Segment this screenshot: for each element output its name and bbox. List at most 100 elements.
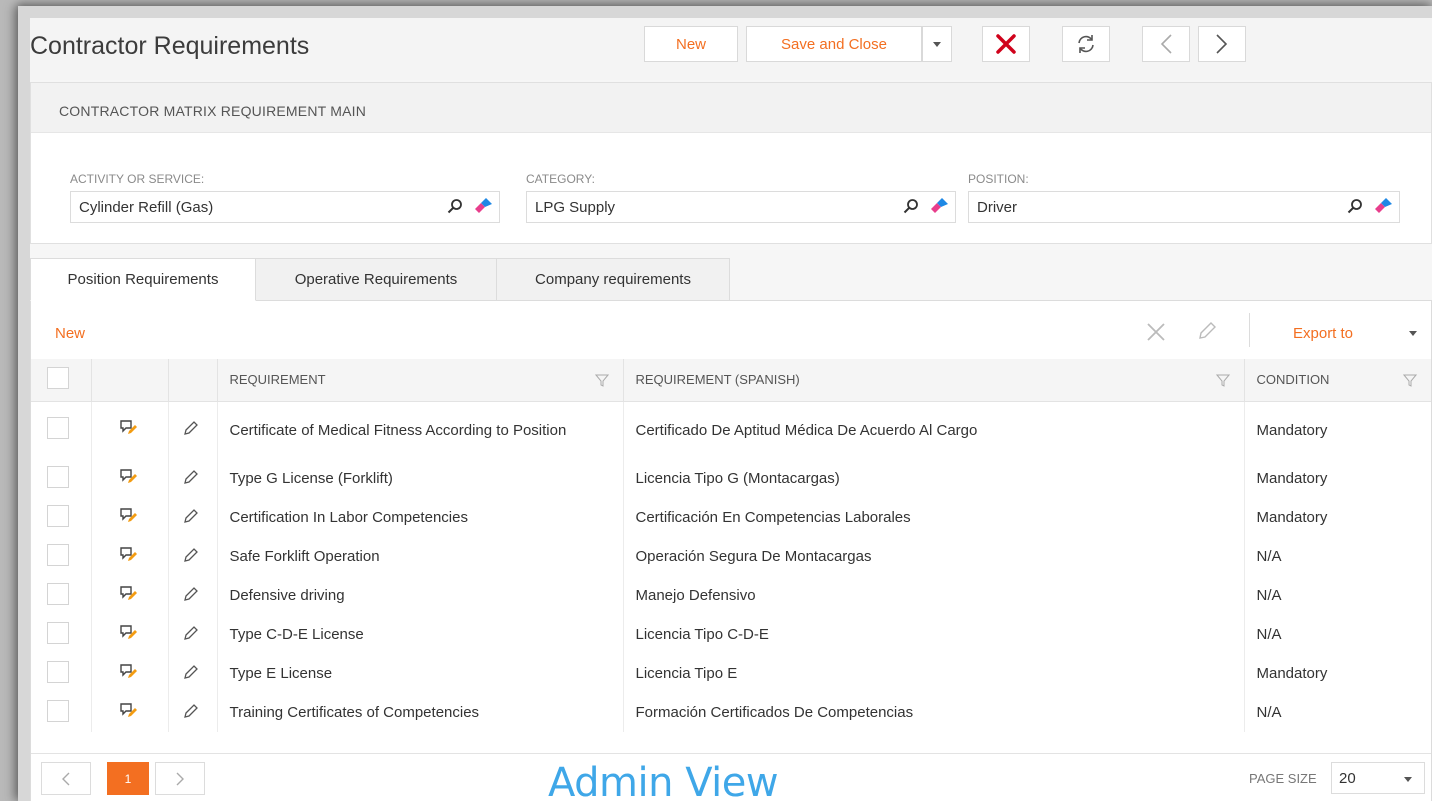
pencil-icon[interactable]	[183, 508, 199, 524]
row-select-cell	[31, 654, 92, 693]
position-field[interactable]: Driver	[968, 191, 1400, 223]
edit-column-header	[168, 359, 218, 402]
row-checkbox[interactable]	[47, 465, 69, 488]
row-checkbox[interactable]	[47, 582, 69, 605]
grid-new-button[interactable]: New	[55, 325, 85, 342]
table-row[interactable]: Training Certificates of Competencies For…	[31, 693, 1431, 732]
table-row[interactable]: Type E License Licencia Tipo E Mandatory	[31, 654, 1431, 693]
close-icon	[996, 34, 1016, 54]
filter-icon[interactable]	[1215, 373, 1230, 387]
edit-detail-icon[interactable]	[119, 507, 140, 525]
eraser-icon[interactable]	[929, 198, 949, 214]
table-row[interactable]: Safe Forklift Operation Operación Segura …	[31, 537, 1431, 576]
page-size-select[interactable]: 20	[1331, 762, 1425, 794]
edit-cell	[168, 654, 218, 693]
requirements-grid: New Export to REQUIREMENT REQUIREMENT (S…	[30, 300, 1432, 801]
requirement-header-label: REQUIREMENT	[229, 372, 326, 388]
chevron-down-icon	[933, 41, 941, 47]
save-options-dropdown[interactable]	[922, 26, 952, 62]
condition-column-header[interactable]: CONDITION	[1244, 359, 1431, 402]
edit-cell	[168, 498, 218, 537]
filter-icon[interactable]	[1403, 373, 1417, 387]
edit-detail-icon[interactable]	[119, 546, 140, 564]
search-icon[interactable]	[447, 198, 463, 214]
condition-cell: Mandatory	[1256, 509, 1328, 526]
previous-record-button[interactable]	[1142, 26, 1190, 62]
edit-cell	[168, 615, 218, 654]
table-row[interactable]: Certification In Labor Competencies Certi…	[31, 498, 1431, 537]
requirement-tabs: Position Requirements Operative Requirem…	[30, 258, 1432, 301]
page-1-button[interactable]: 1	[107, 762, 149, 795]
row-checkbox[interactable]	[47, 504, 69, 527]
requirement-cell: Type G License (Forklift)	[217, 459, 624, 498]
table-header-row: REQUIREMENT REQUIREMENT (SPANISH) CONDIT…	[31, 359, 1431, 402]
search-icon[interactable]	[903, 198, 919, 214]
requirement-column-header[interactable]: REQUIREMENT	[217, 359, 624, 402]
edit-detail-icon[interactable]	[119, 585, 140, 603]
edit-detail-icon[interactable]	[119, 419, 140, 437]
detail-cell	[91, 615, 169, 654]
table-row[interactable]: Type G License (Forklift) Licencia Tipo G…	[31, 459, 1431, 498]
row-select-cell	[31, 576, 92, 615]
eraser-icon[interactable]	[473, 198, 493, 214]
requirement-cell: Training Certificates of Competencies	[217, 693, 624, 732]
export-to-button[interactable]: Export to	[1293, 325, 1353, 342]
row-checkbox[interactable]	[47, 417, 69, 440]
delete-button[interactable]	[982, 26, 1030, 62]
tab-position-requirements[interactable]: Position Requirements	[30, 258, 256, 301]
condition-cell: N/A	[1256, 626, 1282, 643]
row-checkbox[interactable]	[47, 543, 69, 566]
prev-page-button[interactable]	[41, 762, 91, 795]
pencil-icon[interactable]	[183, 586, 199, 602]
condition-cell: Mandatory	[1256, 470, 1328, 487]
pencil-icon[interactable]	[183, 547, 199, 563]
filter-icon[interactable]	[594, 373, 609, 387]
pencil-icon[interactable]	[183, 625, 199, 641]
condition-cell: Mandatory	[1256, 421, 1328, 439]
table-row[interactable]: Type C-D-E License Licencia Tipo C-D-E N/A	[31, 615, 1431, 654]
edit-selected-icon[interactable]	[1197, 321, 1217, 341]
edit-detail-icon[interactable]	[119, 624, 140, 642]
activity-field[interactable]: Cylinder Refill (Gas)	[70, 191, 500, 223]
table-row[interactable]: Defensive driving Manejo Defensivo N/A	[31, 576, 1431, 615]
header: Contractor Requirements New Save and Clo…	[30, 18, 1432, 80]
pencil-icon[interactable]	[183, 703, 199, 719]
spanish-column-header[interactable]: REQUIREMENT (SPANISH)	[623, 359, 1245, 402]
edit-detail-icon[interactable]	[119, 663, 140, 681]
edit-cell	[168, 401, 218, 459]
chevron-left-icon	[1160, 34, 1172, 54]
requirement-cell: Defensive driving	[217, 576, 624, 615]
tab-company-requirements[interactable]: Company requirements	[496, 258, 730, 301]
row-checkbox[interactable]	[47, 621, 69, 644]
category-field[interactable]: LPG Supply	[526, 191, 956, 223]
detail-cell	[91, 654, 169, 693]
select-all-checkbox[interactable]	[47, 367, 69, 390]
window-frame: Contractor Requirements New Save and Clo…	[18, 6, 1432, 801]
edit-detail-icon[interactable]	[119, 702, 140, 720]
next-record-button[interactable]	[1198, 26, 1246, 62]
position-label: POSITION:	[968, 172, 1029, 186]
condition-cell: Mandatory	[1256, 665, 1328, 682]
eraser-icon[interactable]	[1373, 198, 1393, 214]
save-and-close-button[interactable]: Save and Close	[746, 26, 922, 62]
condition-cell: N/A	[1256, 587, 1282, 604]
new-button[interactable]: New	[644, 26, 738, 62]
position-value: Driver	[977, 199, 1017, 216]
row-checkbox[interactable]	[47, 660, 69, 683]
delete-selected-icon[interactable]	[1145, 321, 1167, 343]
refresh-icon	[1078, 35, 1094, 53]
pencil-icon[interactable]	[183, 469, 199, 485]
edit-detail-icon[interactable]	[119, 468, 140, 486]
search-icon[interactable]	[1347, 198, 1363, 214]
table-body: Certificate of Medical Fitness According…	[31, 401, 1431, 732]
row-select-cell	[31, 459, 92, 498]
tab-operative-requirements[interactable]: Operative Requirements	[255, 258, 497, 301]
refresh-button[interactable]	[1062, 26, 1110, 62]
table-row[interactable]: Certificate of Medical Fitness According…	[31, 401, 1431, 459]
page: Contractor Requirements New Save and Clo…	[30, 18, 1432, 801]
pencil-icon[interactable]	[183, 420, 199, 436]
next-page-button[interactable]	[155, 762, 205, 795]
pencil-icon[interactable]	[183, 664, 199, 680]
chevron-down-icon[interactable]	[1409, 331, 1417, 336]
row-checkbox[interactable]	[47, 699, 69, 722]
